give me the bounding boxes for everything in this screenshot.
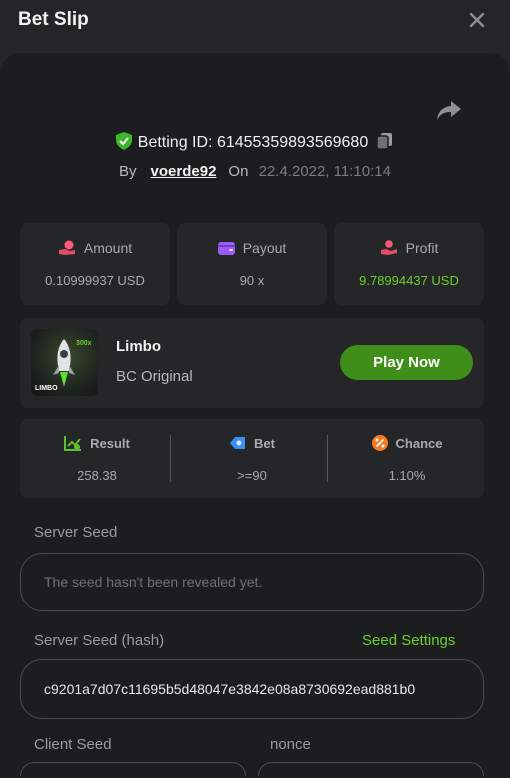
server-seed-label: Server Seed: [34, 524, 118, 541]
payout-label: Payout: [242, 240, 287, 256]
thumb-caption: LIMBO: [35, 385, 58, 392]
coin-hand-icon: [58, 240, 75, 255]
bet-label: Bet: [254, 436, 275, 451]
seed-settings-link[interactable]: Seed Settings: [362, 632, 455, 649]
server-seed-hash-value: c9201a7d07c11695b5d48047e3842e08a8730692…: [44, 681, 416, 697]
amount-label-row: Amount: [20, 240, 170, 256]
betting-id-value: 61455359893569680: [216, 134, 369, 151]
client-seed-label: Client Seed: [34, 736, 112, 753]
result-cell: Result 258.38: [20, 419, 174, 498]
payout-label-row: Payout: [177, 240, 327, 256]
chance-cell: Chance 1.10%: [330, 419, 484, 498]
chance-label-row: Chance: [330, 435, 484, 451]
close-icon[interactable]: [466, 9, 488, 31]
game-card: 300x LIMBO Limbo BC Original Play Now: [20, 318, 484, 408]
betting-id-label: Betting ID:: [137, 134, 213, 151]
profit-label-row: Profit: [334, 240, 484, 256]
client-seed-field[interactable]: [20, 762, 246, 776]
chance-value: 1.10%: [388, 468, 426, 483]
bet-author-row: By voerde92 On 22.4.2022, 11:10:14: [0, 163, 510, 180]
nonce-field[interactable]: [258, 762, 484, 776]
result-label-row: Result: [20, 435, 174, 451]
server-seed-hash-field[interactable]: c9201a7d07c11695b5d48047e3842e08a8730692…: [20, 659, 484, 719]
profit-card: Profit 9.78994437 USD: [334, 223, 484, 305]
chart-check-icon: [64, 436, 82, 451]
page-title: Bet Slip: [18, 9, 89, 30]
profit-label: Profit: [405, 240, 439, 256]
server-seed-hash-label: Server Seed (hash): [34, 632, 165, 649]
divider: [327, 435, 328, 482]
game-thumbnail[interactable]: 300x LIMBO: [31, 329, 98, 396]
bet-date: 22.4.2022, 11:10:14: [258, 163, 391, 180]
percent-icon: [371, 435, 388, 451]
divider: [170, 435, 171, 482]
copy-icon[interactable]: [376, 132, 394, 150]
chance-label: Chance: [395, 436, 443, 451]
on-label: On: [228, 163, 249, 180]
rocket-icon: 300x LIMBO: [35, 339, 92, 392]
amount-value: 0.10999937 USD: [45, 273, 145, 288]
server-seed-placeholder: The seed hasn't been revealed yet.: [44, 574, 263, 590]
wallet-icon: [217, 242, 235, 255]
game-subtitle: BC Original: [116, 368, 193, 385]
bet-label-row: Bet: [175, 435, 329, 451]
game-name: Limbo: [116, 338, 161, 355]
profit-value: 9.78994437 USD: [359, 273, 459, 288]
result-label: Result: [90, 436, 130, 451]
nonce-label: nonce: [270, 736, 311, 753]
amount-label: Amount: [83, 240, 133, 256]
header: Bet Slip: [0, 0, 510, 46]
result-card: Result 258.38 Bet >=90 Chance 1.10%: [20, 419, 484, 498]
bet-ticket-icon: [230, 437, 246, 449]
betting-id-row: Betting ID: 61455359893569680: [0, 132, 510, 152]
profit-hand-icon: [380, 240, 397, 255]
thumb-multiplier: 300x: [76, 340, 92, 347]
result-value: 258.38: [77, 468, 117, 483]
payout-value: 90 x: [239, 273, 265, 288]
shield-check-icon: [115, 132, 132, 150]
amount-card: Amount 0.10999937 USD: [20, 223, 170, 305]
play-now-button[interactable]: Play Now: [340, 345, 473, 380]
share-arrow-icon[interactable]: [436, 99, 462, 121]
by-label: By: [119, 163, 137, 180]
username-link[interactable]: voerde92: [151, 163, 217, 180]
bet-cell: Bet >=90: [175, 419, 329, 498]
payout-card: Payout 90 x: [177, 223, 327, 305]
bet-value: >=90: [237, 468, 267, 483]
server-seed-field[interactable]: The seed hasn't been revealed yet.: [20, 553, 484, 611]
